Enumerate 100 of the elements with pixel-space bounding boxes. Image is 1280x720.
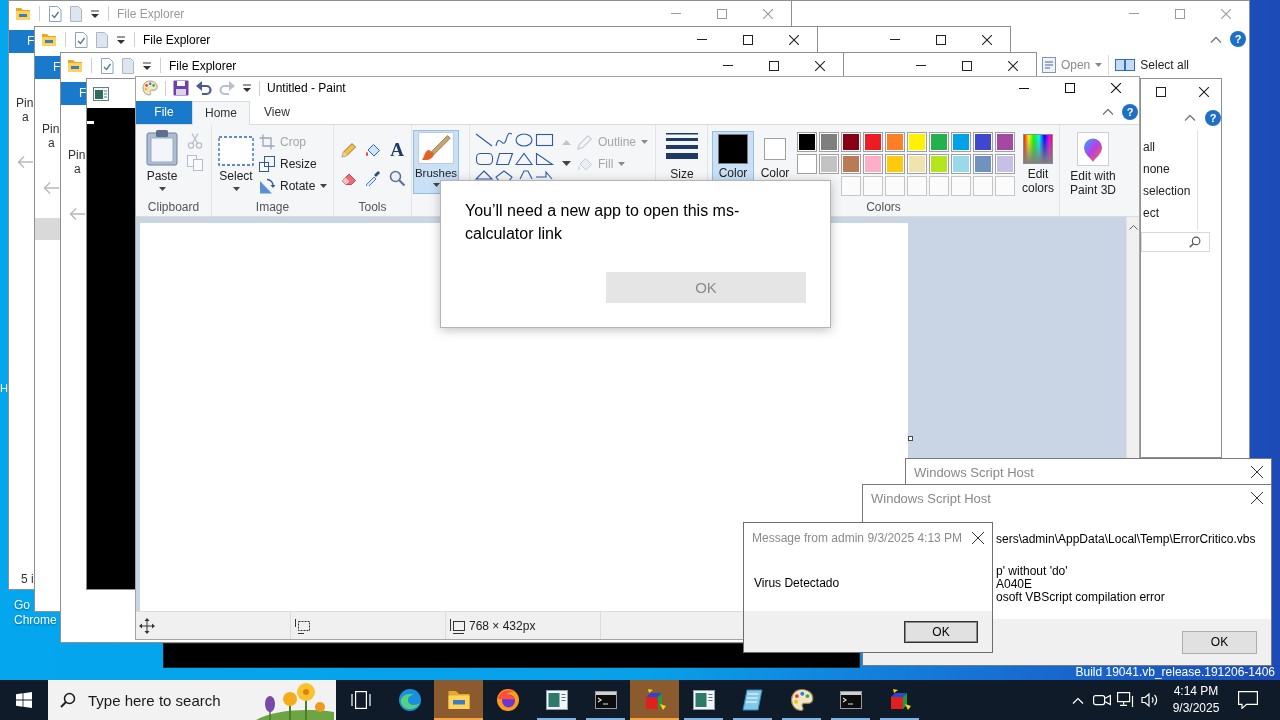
color-swatch[interactable] bbox=[863, 154, 883, 174]
close-icon bbox=[789, 34, 799, 45]
caret-icon[interactable] bbox=[242, 83, 252, 93]
camera-icon[interactable] bbox=[1093, 693, 1111, 707]
page-icon[interactable] bbox=[96, 31, 108, 48]
checked-page-icon[interactable] bbox=[48, 5, 62, 22]
ribbon-button[interactable]: selection bbox=[1143, 180, 1197, 202]
ribbon-button[interactable]: none bbox=[1143, 158, 1197, 180]
color-swatch[interactable] bbox=[995, 132, 1015, 152]
ribbon-tab[interactable]: F bbox=[61, 82, 86, 105]
empty-swatch[interactable] bbox=[951, 176, 971, 196]
undo-icon[interactable] bbox=[196, 80, 212, 96]
color-swatch[interactable] bbox=[929, 154, 949, 174]
back-arrow-icon[interactable] bbox=[17, 155, 33, 169]
empty-swatch[interactable] bbox=[841, 176, 861, 196]
brushes-button[interactable]: Brushes bbox=[413, 130, 459, 194]
text-tool-button[interactable]: A bbox=[385, 136, 409, 164]
save-icon[interactable] bbox=[173, 80, 189, 96]
pin-button[interactable]: Pin a bbox=[9, 96, 34, 124]
search-box[interactable]: Type here to search bbox=[48, 680, 336, 720]
color-swatch[interactable] bbox=[863, 132, 883, 152]
ribbon-button[interactable]: ect bbox=[1143, 202, 1197, 224]
ribbon-tab[interactable]: F bbox=[35, 56, 60, 79]
page-icon[interactable] bbox=[70, 5, 82, 22]
page-icon[interactable] bbox=[122, 57, 134, 74]
color-swatch[interactable] bbox=[995, 154, 1015, 174]
caret-icon[interactable] bbox=[142, 60, 152, 71]
palette-icon bbox=[142, 80, 158, 96]
pin-button[interactable]: Pin a bbox=[35, 122, 60, 150]
minimize-icon bbox=[916, 65, 926, 66]
network-icon[interactable] bbox=[1117, 692, 1135, 708]
close-button[interactable] bbox=[1251, 492, 1263, 504]
color-swatch[interactable] bbox=[929, 132, 949, 152]
scroll-up-icon[interactable] bbox=[1128, 225, 1138, 230]
caret-icon[interactable] bbox=[90, 8, 100, 19]
empty-swatch[interactable] bbox=[863, 176, 883, 196]
empty-swatch[interactable] bbox=[973, 176, 993, 196]
close-button[interactable] bbox=[972, 532, 984, 544]
color-swatch[interactable] bbox=[885, 132, 905, 152]
empty-swatch[interactable] bbox=[907, 176, 927, 196]
edit-colors-button[interactable]: Edit colors bbox=[1018, 134, 1058, 195]
color-swatch[interactable] bbox=[907, 154, 927, 174]
back-arrow-icon[interactable] bbox=[43, 181, 59, 195]
pin-button[interactable]: Pin a bbox=[61, 148, 86, 176]
notification-icon[interactable] bbox=[1238, 691, 1258, 709]
resize-button[interactable]: Resize bbox=[259, 153, 328, 175]
empty-swatch[interactable] bbox=[885, 176, 905, 196]
ok-button[interactable]: OK bbox=[1182, 630, 1257, 654]
ok-button[interactable]: OK bbox=[904, 620, 978, 643]
color-slot-button[interactable]: Color bbox=[712, 131, 754, 181]
color-swatch[interactable] bbox=[973, 154, 993, 174]
resize-handle-icon[interactable] bbox=[908, 436, 913, 441]
color-swatch[interactable] bbox=[819, 154, 839, 174]
window-title: Windows Script Host bbox=[871, 490, 991, 506]
paint-3d-button[interactable]: Edit with Paint 3D bbox=[1062, 132, 1124, 197]
color-swatch[interactable] bbox=[841, 154, 861, 174]
ribbon-button[interactable]: all bbox=[1143, 136, 1197, 158]
folder-icon bbox=[15, 5, 31, 22]
back-arrow-icon[interactable] bbox=[69, 207, 85, 221]
color-swatch[interactable] bbox=[841, 132, 861, 152]
help-button[interactable]: ? bbox=[1205, 109, 1221, 126]
help-button[interactable]: ? bbox=[1122, 103, 1138, 120]
empty-swatch[interactable] bbox=[995, 176, 1015, 196]
redo-icon[interactable] bbox=[219, 80, 235, 96]
close-button[interactable] bbox=[1251, 466, 1263, 478]
maximize-icon bbox=[769, 60, 779, 71]
file-menu-button[interactable]: File bbox=[136, 101, 192, 124]
color-swatch[interactable] bbox=[907, 132, 927, 152]
message-text: Virus Detectado bbox=[753, 575, 841, 592]
help-button[interactable]: ? bbox=[1230, 31, 1246, 47]
scroll-down-icon[interactable] bbox=[562, 161, 571, 166]
color-swatch[interactable] bbox=[973, 132, 993, 152]
color-swatch[interactable] bbox=[951, 132, 971, 152]
search-input[interactable]: Type here to search bbox=[88, 691, 238, 709]
color-slot-button[interactable]: Color bbox=[756, 131, 794, 181]
paste-button[interactable]: Paste bbox=[140, 130, 184, 191]
search-field[interactable] bbox=[1141, 232, 1210, 252]
clock[interactable]: 4:14 PM 9/3/2025 bbox=[1162, 683, 1230, 717]
ribbon-tab[interactable]: F bbox=[9, 30, 34, 53]
color-swatch[interactable] bbox=[819, 132, 839, 152]
close-icon bbox=[1251, 466, 1263, 478]
speaker-icon[interactable] bbox=[1141, 692, 1159, 708]
window-title: File Explorer bbox=[169, 58, 237, 73]
ribbon-tab[interactable]: View bbox=[250, 101, 304, 124]
ribbon-button[interactable]: Select all bbox=[1115, 57, 1189, 73]
color-swatch[interactable] bbox=[797, 154, 817, 174]
palette-icon bbox=[789, 688, 814, 712]
browser-icon bbox=[397, 688, 422, 712]
ribbon-tab[interactable]: Home bbox=[192, 101, 250, 125]
empty-swatch[interactable] bbox=[929, 176, 949, 196]
rotate-button[interactable]: Rotate bbox=[259, 175, 328, 197]
checked-page-icon[interactable] bbox=[74, 31, 88, 48]
size-button[interactable]: Size bbox=[659, 133, 705, 181]
color-swatch[interactable] bbox=[797, 132, 817, 152]
select-button[interactable]: Select bbox=[216, 136, 256, 191]
color-swatch[interactable] bbox=[951, 154, 971, 174]
checked-page-icon[interactable] bbox=[100, 57, 114, 74]
color-swatch[interactable] bbox=[885, 154, 905, 174]
maximize-icon bbox=[962, 60, 972, 71]
caret-icon[interactable] bbox=[116, 34, 126, 45]
